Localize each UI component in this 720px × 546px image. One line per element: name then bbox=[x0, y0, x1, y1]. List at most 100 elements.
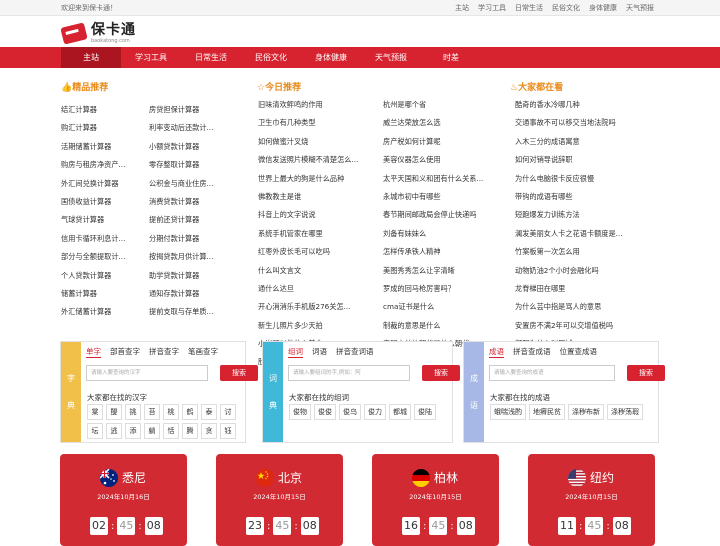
recommend-link[interactable]: 春节期间邮政局会停止快递吗 bbox=[383, 206, 503, 224]
panel-tab[interactable]: 位置查成语 bbox=[560, 346, 598, 358]
popular-chip[interactable]: 苔 bbox=[144, 404, 160, 420]
popular-chip[interactable]: 泰 bbox=[201, 404, 217, 420]
popular-chip[interactable]: 俊物 bbox=[289, 404, 311, 420]
search-button[interactable]: 搜索 bbox=[220, 365, 258, 381]
recommend-link[interactable]: 系统手机管家在哪里 bbox=[258, 225, 383, 243]
popular-chip[interactable]: 涤秽布新 bbox=[568, 404, 604, 420]
recommend-link[interactable]: cma证书是什么 bbox=[383, 298, 503, 316]
nav-life[interactable]: 日常生活 bbox=[181, 47, 241, 68]
hot-link[interactable]: 竹案板第一次怎么用 bbox=[515, 243, 660, 261]
recommend-link[interactable]: 如何做蜜汁叉烧 bbox=[258, 133, 383, 151]
popular-chip[interactable]: 地瘠民贫 bbox=[529, 404, 565, 420]
search-input[interactable]: 请输入要组词的字,例如：阿 bbox=[288, 365, 410, 381]
tool-link[interactable]: 购房与租房净资产... bbox=[61, 156, 149, 174]
recommend-link[interactable]: 怎样传承铁人精神 bbox=[383, 243, 503, 261]
top-link-study[interactable]: 学习工具 bbox=[478, 0, 506, 16]
top-link-weather[interactable]: 天气预报 bbox=[626, 0, 654, 16]
panel-tab[interactable]: 笔画查字 bbox=[188, 346, 218, 358]
recommend-link[interactable]: 太平天国和义和团有什么关系... bbox=[383, 170, 503, 188]
popular-chip[interactable]: 贪 bbox=[201, 423, 217, 439]
hot-link[interactable]: 如何对销导说辞职 bbox=[515, 151, 660, 169]
panel-tab[interactable]: 单字 bbox=[86, 346, 101, 358]
recommend-link[interactable]: 美容仪器怎么使用 bbox=[383, 151, 503, 169]
hot-link[interactable]: 为什么芸中指是骂人的意思 bbox=[515, 298, 660, 316]
top-link-main[interactable]: 主站 bbox=[455, 0, 469, 16]
recommend-link[interactable]: 什么叫文言文 bbox=[258, 262, 383, 280]
tool-link[interactable]: 按揭贷款月供计算... bbox=[149, 248, 231, 266]
recommend-link[interactable]: 新生儿照片多少天拍 bbox=[258, 317, 383, 335]
nav-study[interactable]: 学习工具 bbox=[121, 47, 181, 68]
popular-chip[interactable]: 俊乌 bbox=[339, 404, 361, 420]
tool-link[interactable]: 助学贷款计算器 bbox=[149, 267, 231, 285]
tool-link[interactable]: 个人贷款计算器 bbox=[61, 267, 149, 285]
tool-link[interactable]: 分期付款计算器 bbox=[149, 230, 231, 248]
search-button[interactable]: 搜索 bbox=[627, 365, 665, 381]
tool-link[interactable]: 小额贷款计算器 bbox=[149, 138, 231, 156]
search-input[interactable]: 请输入要查询的成语 bbox=[489, 365, 615, 381]
tool-link[interactable]: 外汇间兑换计算器 bbox=[61, 175, 149, 193]
tool-link[interactable]: 利率变动后还款计... bbox=[149, 119, 231, 137]
panel-tab[interactable]: 拼音查成语 bbox=[513, 346, 551, 358]
tool-link[interactable]: 国债收益计算器 bbox=[61, 193, 149, 211]
tool-link[interactable]: 活期储蓄计算器 bbox=[61, 138, 149, 156]
recommend-link[interactable]: 威兰达荣放怎么选 bbox=[383, 114, 503, 132]
recommend-link[interactable]: 美图秀秀怎么让字清晰 bbox=[383, 262, 503, 280]
search-button[interactable]: 搜索 bbox=[422, 365, 460, 381]
popular-chip[interactable]: 钰 bbox=[220, 423, 236, 439]
recommend-link[interactable]: 开心消消乐手机版276关怎... bbox=[258, 298, 383, 316]
popular-chip[interactable]: 蛾喘浅酌 bbox=[490, 404, 526, 420]
popular-chip[interactable]: 棠 bbox=[87, 404, 103, 420]
hot-link[interactable]: 澜发美丽女人卡之花语卡额度是... bbox=[515, 225, 660, 243]
tool-link[interactable]: 零存整取计算器 bbox=[149, 156, 231, 174]
tool-link[interactable]: 部分与全额提取计... bbox=[61, 248, 149, 266]
tool-link[interactable]: 购汇计算器 bbox=[61, 119, 149, 137]
tool-link[interactable]: 房贷担保计算器 bbox=[149, 101, 231, 119]
nav-health[interactable]: 身体健康 bbox=[301, 47, 361, 68]
panel-tab[interactable]: 拼音查字 bbox=[149, 346, 179, 358]
hot-link[interactable]: 安置房不满2年可以交增值税吗 bbox=[515, 317, 660, 335]
recommend-link[interactable]: 杭州是哪个省 bbox=[383, 96, 503, 114]
top-link-culture[interactable]: 民俗文化 bbox=[552, 0, 580, 16]
recommend-link[interactable]: 罗成的回马枪厉害吗？ bbox=[383, 280, 503, 298]
tool-link[interactable]: 结汇计算器 bbox=[61, 101, 149, 119]
search-input[interactable]: 请输入要查询的汉字 bbox=[86, 365, 208, 381]
panel-tab[interactable]: 部首查字 bbox=[110, 346, 140, 358]
top-link-health[interactable]: 身体健康 bbox=[589, 0, 617, 16]
hot-link[interactable]: 为什么电脑很卡反应很慢 bbox=[515, 170, 660, 188]
hot-link[interactable]: 短跑爆发力训练方法 bbox=[515, 206, 660, 224]
popular-chip[interactable]: 躺 bbox=[144, 423, 160, 439]
recommend-link[interactable]: 卫生巾有几种类型 bbox=[258, 114, 383, 132]
recommend-link[interactable]: 红枣外皮长毛可以吃吗 bbox=[258, 243, 383, 261]
popular-chip[interactable]: 挑 bbox=[125, 404, 141, 420]
hot-link[interactable]: 龙脊梯田在哪里 bbox=[515, 280, 660, 298]
recommend-link[interactable]: 佛教教主是谁 bbox=[258, 188, 383, 206]
popular-chip[interactable]: 恬 bbox=[163, 423, 179, 439]
recommend-link[interactable]: 房产税如何计算呢 bbox=[383, 133, 503, 151]
recommend-link[interactable]: 制裁的意思是什么 bbox=[383, 317, 503, 335]
tool-link[interactable]: 消费贷款计算器 bbox=[149, 193, 231, 211]
tool-link[interactable]: 储蓄计算器 bbox=[61, 285, 149, 303]
hot-link[interactable]: 酷奇的香水冷哪几种 bbox=[515, 96, 660, 114]
popular-chip[interactable]: 桃 bbox=[163, 404, 179, 420]
panel-tab[interactable]: 拼音查词语 bbox=[336, 346, 374, 358]
popular-chip[interactable]: 鹤 bbox=[182, 404, 198, 420]
recommend-link[interactable]: 永城市初中有哪些 bbox=[383, 188, 503, 206]
popular-chip[interactable]: 俊力 bbox=[364, 404, 386, 420]
popular-chip[interactable]: 俊陆 bbox=[414, 404, 436, 420]
popular-chip[interactable]: 逃 bbox=[106, 423, 122, 439]
tool-link[interactable]: 提前还贷计算器 bbox=[149, 211, 231, 229]
recommend-link[interactable]: 抖音上的文字说说 bbox=[258, 206, 383, 224]
top-link-life[interactable]: 日常生活 bbox=[515, 0, 543, 16]
hot-link[interactable]: 带钩的成语有哪些 bbox=[515, 188, 660, 206]
nav-culture[interactable]: 民俗文化 bbox=[241, 47, 301, 68]
hot-link[interactable]: 入木三分的成语寓意 bbox=[515, 133, 660, 151]
recommend-link[interactable]: 世界上最大的狗是什么品种 bbox=[258, 170, 383, 188]
popular-chip[interactable]: 腾 bbox=[182, 423, 198, 439]
tool-link[interactable]: 提前支取与存单质... bbox=[149, 303, 231, 321]
tool-link[interactable]: 外汇储蓄计算器 bbox=[61, 303, 149, 321]
tool-link[interactable]: 信用卡循环利息计... bbox=[61, 230, 149, 248]
popular-chip[interactable]: 坛 bbox=[87, 423, 103, 439]
popular-chip[interactable]: 涤秽荡瑕 bbox=[607, 404, 643, 420]
popular-chip[interactable]: 都城 bbox=[389, 404, 411, 420]
popular-chip[interactable]: 醍 bbox=[106, 404, 122, 420]
